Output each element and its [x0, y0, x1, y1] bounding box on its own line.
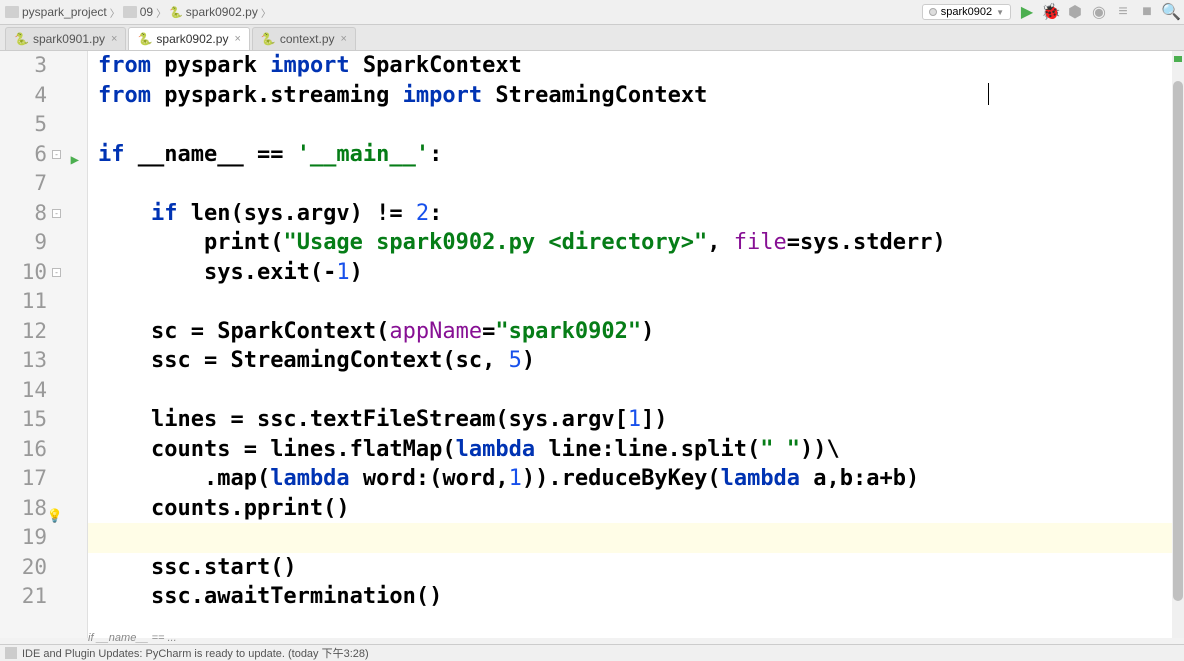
code-line [98, 110, 1184, 140]
code-line: from pyspark.streaming import StreamingC… [98, 81, 1184, 111]
folder-icon [123, 6, 137, 18]
toolbar-actions: spark0902 ▼ ▶ 🐞 ⬢ ◉ ≡ ■ 🔍 [922, 4, 1179, 20]
breadcrumb-project: pyspark_project [22, 5, 107, 19]
run-config-name: spark0902 [941, 6, 992, 18]
status-message[interactable]: IDE and Plugin Updates: PyCharm is ready… [22, 645, 369, 661]
scroll-thumb[interactable] [1173, 81, 1183, 601]
breadcrumb-folder: 09 [140, 5, 153, 19]
line-number: 4 [0, 81, 47, 111]
chevron-icon: 〉 [261, 5, 271, 20]
profile-button[interactable]: ◉ [1091, 4, 1107, 20]
config-icon [929, 8, 937, 16]
code-line [98, 376, 1184, 406]
code-line: lines = ssc.textFileStream(sys.argv[1]) [98, 405, 1184, 435]
current-line-highlight [88, 523, 1184, 553]
top-toolbar: pyspark_project 〉 09 〉 🐍spark0902.py 〉 s… [0, 0, 1184, 25]
dropdown-icon: ▼ [996, 8, 1004, 17]
code-line: if __name__ == '__main__': [98, 140, 1184, 170]
code-line: counts.pprint() [98, 494, 1184, 524]
tab-spark0901[interactable]: 🐍spark0901.py× [5, 27, 126, 50]
line-number: 7 [0, 169, 47, 199]
fold-icon[interactable]: - [52, 209, 61, 218]
line-number: 14 [0, 376, 47, 406]
close-icon[interactable]: × [111, 33, 117, 45]
folder-icon [5, 6, 19, 18]
fold-icon[interactable]: - [52, 150, 61, 159]
line-number: 3 [0, 51, 47, 81]
python-icon: 🐍 [14, 32, 29, 46]
line-number: 20 [0, 553, 47, 583]
line-number: 21 [0, 582, 47, 612]
code-line: ssc.awaitTermination() [98, 582, 1184, 612]
line-number: 12 [0, 317, 47, 347]
tab-context[interactable]: 🐍context.py× [252, 27, 356, 50]
line-number: 10- [0, 258, 47, 288]
line-number: 6▶- [0, 140, 47, 170]
status-bar: IDE and Plugin Updates: PyCharm is ready… [0, 644, 1184, 661]
bulb-icon[interactable]: 💡 [47, 502, 63, 532]
run-config-selector[interactable]: spark0902 ▼ [922, 4, 1011, 20]
stop-button[interactable]: ■ [1139, 4, 1155, 20]
close-icon[interactable]: × [341, 33, 347, 45]
code-line: ssc = StreamingContext(sc, 5) [98, 346, 1184, 376]
breadcrumb[interactable]: pyspark_project 〉 09 〉 🐍spark0902.py 〉 [5, 5, 271, 20]
line-number: 17 [0, 464, 47, 494]
code-line: counts = lines.flatMap(lambda line:line.… [98, 435, 1184, 465]
debug-button[interactable]: 🐞 [1043, 4, 1059, 20]
text-cursor [988, 83, 989, 105]
coverage-button[interactable]: ⬢ [1067, 4, 1083, 20]
code-line: from pyspark import SparkContext [98, 51, 1184, 81]
tab-spark0902[interactable]: 🐍spark0902.py× [128, 27, 249, 50]
line-number: 15 [0, 405, 47, 435]
scroll-marker [1174, 56, 1182, 62]
python-icon: 🐍 [261, 32, 276, 46]
run-gutter-icon[interactable]: ▶ [71, 146, 79, 176]
code-line [98, 169, 1184, 199]
code-line: .map(lambda word:(word,1)).reduceByKey(l… [98, 464, 1184, 494]
attach-button[interactable]: ≡ [1115, 4, 1131, 20]
code-line: ssc.start() [98, 553, 1184, 583]
code-line: print("Usage spark0902.py <directory>", … [98, 228, 1184, 258]
code-line: if len(sys.argv) != 2: [98, 199, 1184, 229]
code-line [98, 287, 1184, 317]
line-number: 16 [0, 435, 47, 465]
chevron-icon: 〉 [156, 5, 166, 20]
code-editor[interactable]: 3 4 5 6▶- 7 8- 9 10- 11 12 13 14 15 16 1… [0, 51, 1184, 638]
code-content[interactable]: from pyspark import SparkContext from py… [88, 51, 1184, 638]
search-button[interactable]: 🔍 [1163, 4, 1179, 20]
line-number: 11 [0, 287, 47, 317]
python-icon: 🐍 [169, 6, 183, 19]
line-number: 18💡 [0, 494, 47, 524]
status-icon [5, 647, 17, 659]
line-gutter[interactable]: 3 4 5 6▶- 7 8- 9 10- 11 12 13 14 15 16 1… [0, 51, 88, 638]
line-number: 13 [0, 346, 47, 376]
breadcrumb-file: spark0902.py [186, 5, 258, 19]
fold-icon[interactable]: - [52, 268, 61, 277]
line-number: 8- [0, 199, 47, 229]
breadcrumb-context[interactable]: if __name__ == ... [88, 632, 177, 644]
code-line: sc = SparkContext(appName="spark0902") [98, 317, 1184, 347]
code-line: sys.exit(-1) [98, 258, 1184, 288]
chevron-icon: 〉 [110, 5, 120, 20]
line-number: 9 [0, 228, 47, 258]
run-button[interactable]: ▶ [1019, 4, 1035, 20]
editor-tabs: 🐍spark0901.py× 🐍spark0902.py× 🐍context.p… [0, 25, 1184, 51]
close-icon[interactable]: × [234, 33, 240, 45]
vertical-scrollbar[interactable] [1172, 51, 1184, 638]
line-number: 5 [0, 110, 47, 140]
line-number: 19 [0, 523, 47, 553]
python-icon: 🐍 [137, 32, 152, 46]
